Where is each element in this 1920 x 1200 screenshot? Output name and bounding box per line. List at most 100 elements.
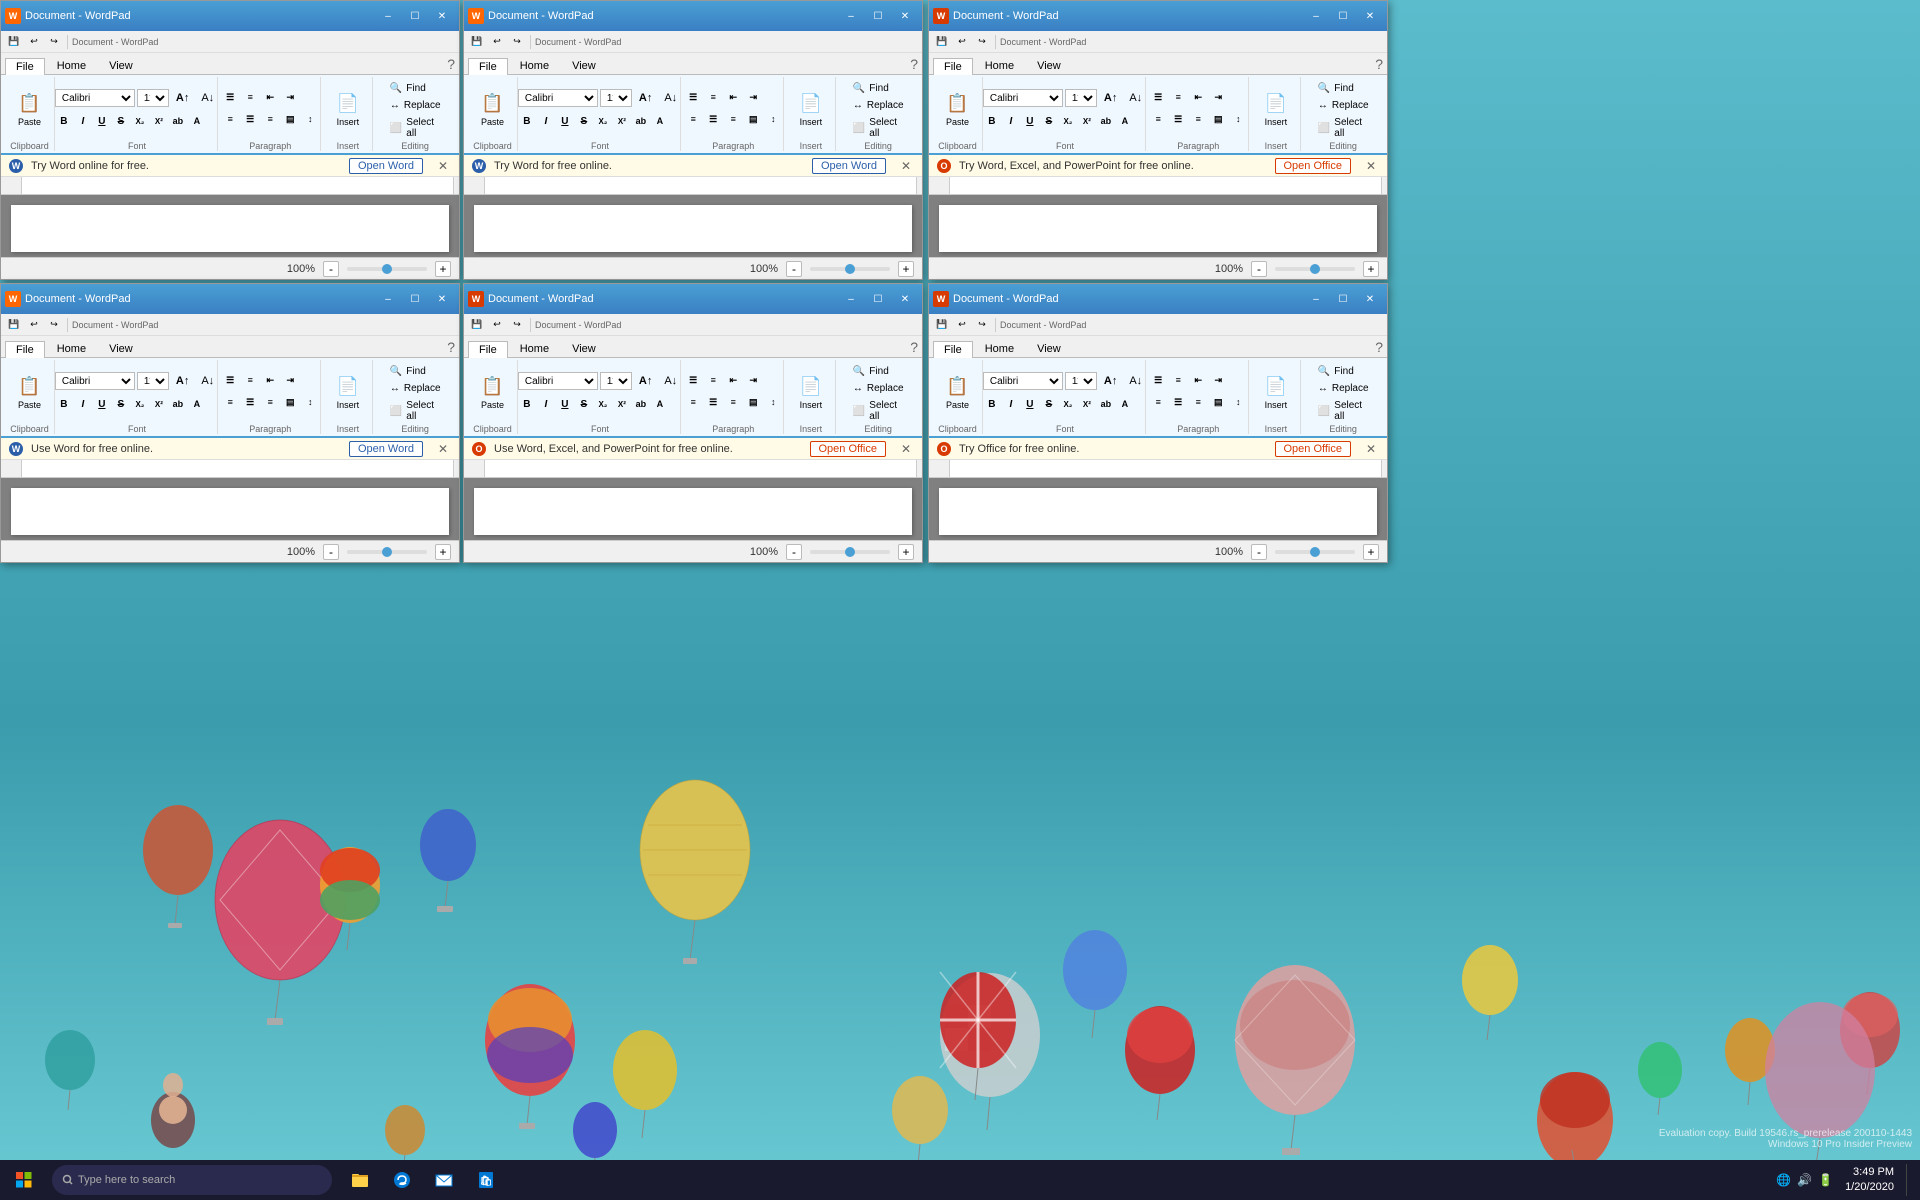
align-right-button[interactable]: ≡ <box>1189 393 1207 411</box>
insert-button[interactable]: 📄 Insert <box>328 362 368 422</box>
numbering-button[interactable]: ≡ <box>704 88 722 106</box>
justify-button[interactable]: ▤ <box>1209 110 1227 128</box>
highlight-button[interactable]: ab <box>169 112 187 130</box>
font-size-decrease[interactable]: A↓ <box>1124 88 1147 108</box>
color-button[interactable]: A <box>188 112 206 130</box>
tab-home[interactable]: Home <box>509 340 560 357</box>
color-button[interactable]: A <box>1116 112 1134 130</box>
tab-view[interactable]: View <box>561 57 607 74</box>
document-area[interactable] <box>1 195 459 257</box>
minimize-button[interactable]: – <box>838 5 864 27</box>
taskbar-app-explorer[interactable] <box>340 1160 380 1200</box>
find-button[interactable]: 🔍 Find <box>385 364 446 379</box>
zoom-in-button[interactable]: + <box>435 261 451 277</box>
document-content[interactable] <box>939 488 1377 535</box>
replace-button[interactable]: ↔ Replace <box>1313 98 1374 113</box>
strikethrough-button[interactable]: S <box>1040 395 1058 413</box>
font-size-decrease[interactable]: A↓ <box>659 88 682 108</box>
strikethrough-button[interactable]: S <box>575 112 593 130</box>
qat-undo[interactable]: ↩ <box>488 33 506 51</box>
notif-close-button[interactable]: ✕ <box>435 441 451 457</box>
tab-file[interactable]: File <box>5 341 45 358</box>
numbering-button[interactable]: ≡ <box>1169 371 1187 389</box>
notif-action-button[interactable]: Open Word <box>349 158 423 174</box>
bold-button[interactable]: B <box>55 395 73 413</box>
qat-redo[interactable]: ↪ <box>45 33 63 51</box>
insert-button[interactable]: 📄 Insert <box>328 79 368 139</box>
volume-icon[interactable]: 🔊 <box>1797 1173 1812 1187</box>
subscript-button[interactable]: X₂ <box>131 395 149 413</box>
paste-button[interactable]: 📋 Paste <box>938 362 978 422</box>
notif-close-button[interactable]: ✕ <box>435 158 451 174</box>
zoom-out-button[interactable]: - <box>1251 261 1267 277</box>
italic-button[interactable]: I <box>74 112 92 130</box>
show-desktop-button[interactable] <box>1906 1164 1912 1196</box>
bullets-button[interactable]: ☰ <box>684 88 702 106</box>
maximize-button[interactable]: ☐ <box>865 5 891 27</box>
tab-home[interactable]: Home <box>46 340 97 357</box>
notif-close-button[interactable]: ✕ <box>1363 441 1379 457</box>
align-left-button[interactable]: ≡ <box>221 393 239 411</box>
underline-button[interactable]: U <box>1021 112 1039 130</box>
help-button[interactable]: ? <box>910 339 918 357</box>
select-all-button[interactable]: ⬜ Select all <box>385 115 446 141</box>
minimize-button[interactable]: – <box>1303 5 1329 27</box>
tab-view[interactable]: View <box>98 340 144 357</box>
zoom-out-button[interactable]: - <box>323 261 339 277</box>
font-size-increase[interactable]: A↑ <box>1099 88 1122 108</box>
tab-file[interactable]: File <box>933 58 973 75</box>
outdent-button[interactable]: ⇤ <box>1189 88 1207 106</box>
align-left-button[interactable]: ≡ <box>221 110 239 128</box>
bullets-button[interactable]: ☰ <box>221 371 239 389</box>
align-center-button[interactable]: ☰ <box>704 110 722 128</box>
paste-button[interactable]: 📋 Paste <box>473 79 513 139</box>
align-center-button[interactable]: ☰ <box>704 393 722 411</box>
justify-button[interactable]: ▤ <box>281 110 299 128</box>
align-left-button[interactable]: ≡ <box>684 110 702 128</box>
replace-button[interactable]: ↔ Replace <box>1313 381 1374 396</box>
select-all-button[interactable]: ⬜ Select all <box>848 398 909 424</box>
notif-action-button[interactable]: Open Word <box>349 441 423 457</box>
taskbar-app-edge[interactable] <box>382 1160 422 1200</box>
qat-redo[interactable]: ↪ <box>973 33 991 51</box>
find-button[interactable]: 🔍 Find <box>848 364 909 379</box>
font-name-select[interactable]: Calibri <box>518 89 598 107</box>
font-size-increase[interactable]: A↑ <box>171 88 194 108</box>
align-right-button[interactable]: ≡ <box>724 393 742 411</box>
notif-close-button[interactable]: ✕ <box>898 158 914 174</box>
find-button[interactable]: 🔍 Find <box>385 81 446 96</box>
align-center-button[interactable]: ☰ <box>1169 393 1187 411</box>
highlight-button[interactable]: ab <box>632 112 650 130</box>
font-size-decrease[interactable]: A↓ <box>196 88 219 108</box>
italic-button[interactable]: I <box>537 112 555 130</box>
notif-action-button[interactable]: Open Word <box>812 158 886 174</box>
zoom-in-button[interactable]: + <box>1363 544 1379 560</box>
align-left-button[interactable]: ≡ <box>684 393 702 411</box>
strikethrough-button[interactable]: S <box>575 395 593 413</box>
font-size-select[interactable]: 11 <box>137 89 169 107</box>
line-spacing-button[interactable]: ↕ <box>301 393 319 411</box>
minimize-button[interactable]: – <box>375 288 401 310</box>
align-center-button[interactable]: ☰ <box>241 393 259 411</box>
highlight-button[interactable]: ab <box>1097 395 1115 413</box>
qat-save[interactable]: 💾 <box>468 316 486 334</box>
indent-button[interactable]: ⇥ <box>281 88 299 106</box>
font-name-select[interactable]: Calibri <box>518 372 598 390</box>
zoom-slider[interactable] <box>810 267 890 271</box>
font-size-decrease[interactable]: A↓ <box>1124 371 1147 391</box>
tab-home[interactable]: Home <box>509 57 560 74</box>
notif-action-button[interactable]: Open Office <box>810 441 887 457</box>
start-button[interactable] <box>0 1160 48 1200</box>
insert-button[interactable]: 📄 Insert <box>791 362 831 422</box>
justify-button[interactable]: ▤ <box>281 393 299 411</box>
color-button[interactable]: A <box>651 395 669 413</box>
outdent-button[interactable]: ⇤ <box>724 88 742 106</box>
font-size-increase[interactable]: A↑ <box>1099 371 1122 391</box>
bold-button[interactable]: B <box>983 395 1001 413</box>
help-button[interactable]: ? <box>1375 339 1383 357</box>
maximize-button[interactable]: ☐ <box>1330 5 1356 27</box>
qat-redo[interactable]: ↪ <box>973 316 991 334</box>
zoom-slider[interactable] <box>1275 267 1355 271</box>
font-size-select[interactable]: 11 <box>600 372 632 390</box>
font-size-decrease[interactable]: A↓ <box>659 371 682 391</box>
